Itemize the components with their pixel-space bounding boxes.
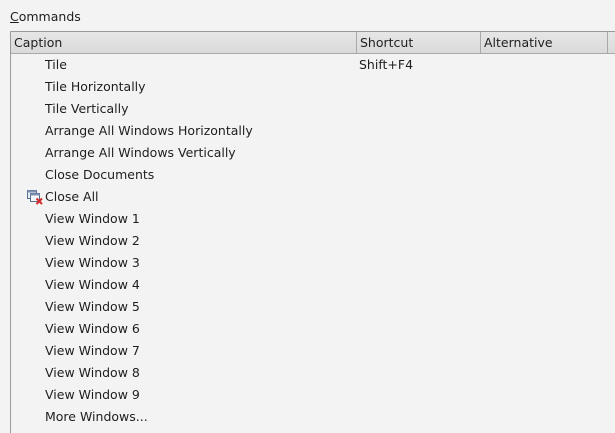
commands-grid[interactable]: Caption Shortcut Alternative Tile Shift+… [10,31,615,433]
commands-label-text: ommands [18,9,81,24]
command-caption: View Window 8 [45,365,140,380]
command-row[interactable]: Close All [11,186,615,208]
command-caption: Close Documents [45,167,155,182]
command-row[interactable]: Tile Shift+F4 [11,54,615,76]
command-row[interactable]: More Windows... [11,406,615,428]
command-row[interactable]: Arrange All Windows Vertically [11,142,615,164]
command-row[interactable]: View Window 5 [11,296,615,318]
command-caption: View Window 2 [45,233,140,248]
command-caption: Tile [45,57,67,72]
command-row[interactable]: View Window 1 [11,208,615,230]
command-row[interactable]: Tile Vertically [11,98,615,120]
command-caption: View Window 3 [45,255,140,270]
column-header-caption[interactable]: Caption [11,32,357,53]
command-row[interactable]: Tile Horizontally [11,76,615,98]
grid-header: Caption Shortcut Alternative [11,32,615,54]
command-caption: View Window 9 [45,387,140,402]
command-row[interactable]: View Window 3 [11,252,615,274]
command-row[interactable]: Close Documents [11,164,615,186]
command-row[interactable]: View Window 2 [11,230,615,252]
command-caption: View Window 4 [45,277,140,292]
commands-group-label: Commands [10,8,81,26]
command-caption: View Window 1 [45,211,140,226]
command-caption: More Windows... [45,409,148,424]
column-header-shortcut[interactable]: Shortcut [357,32,481,53]
command-row[interactable]: View Window 8 [11,362,615,384]
command-row[interactable]: View Window 4 [11,274,615,296]
command-row[interactable]: View Window 6 [11,318,615,340]
column-header-alternative[interactable]: Alternative [481,32,608,53]
command-row[interactable]: Arrange All Windows Horizontally [11,120,615,142]
command-caption: Tile Vertically [45,101,129,116]
command-caption: View Window 7 [45,343,140,358]
command-caption: View Window 5 [45,299,140,314]
command-caption: View Window 6 [45,321,140,336]
grid-rows: Tile Shift+F4 Tile Horizontally Tile Ver… [11,54,615,428]
command-shortcut: Shift+F4 [359,57,414,72]
close-all-icon [26,189,44,205]
command-caption: Tile Horizontally [45,79,146,94]
commands-label-mnemonic: C [10,9,19,24]
command-row[interactable]: View Window 9 [11,384,615,406]
command-row[interactable]: View Window 7 [11,340,615,362]
command-caption: Arrange All Windows Vertically [45,145,236,160]
command-caption: Arrange All Windows Horizontally [45,123,253,138]
command-caption: Close All [45,189,99,204]
